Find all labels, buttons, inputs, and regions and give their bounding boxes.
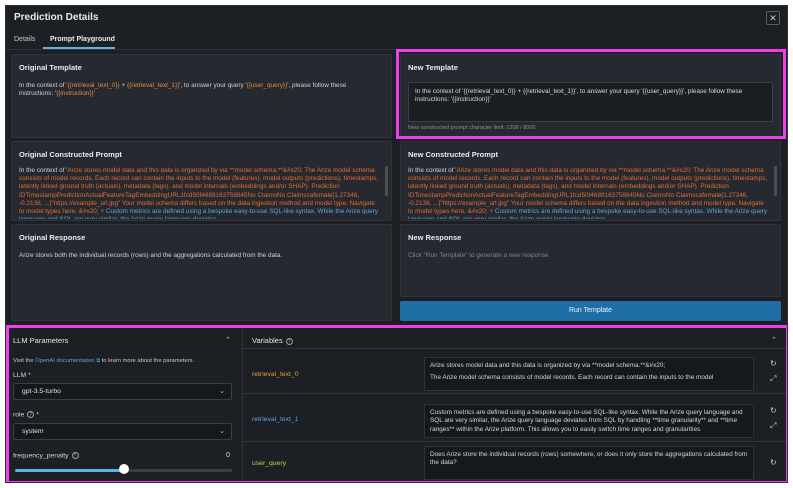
variable-value-line: Arize stores model data and this data is… [430,362,666,369]
required-marker: * [36,411,39,419]
template-variable: {{retrieval_text_1}} [127,82,180,89]
refresh-icon[interactable]: ↻ [770,359,777,368]
tab-bar: Details Prompt Playground [6,34,787,50]
new-response-panel: New Response Click "Run Template" to gen… [400,224,781,297]
role-label-text: role [13,411,25,419]
frequency-penalty-label: frequency_penalty? [13,452,79,459]
title-bar: Prediction Details ✕ [6,6,787,32]
variable-name: retrieval_text_1 [252,416,299,423]
help-icon[interactable]: ? [285,337,293,345]
original-template-title: Original Template [19,63,82,72]
variable-name: user_query [252,460,287,467]
help-icon[interactable]: ? [27,411,35,418]
role-select[interactable]: system ⌄ [13,423,232,440]
new-constructed-prompt-panel: New Constructed Prompt In the context of… [400,141,781,221]
refresh-icon[interactable]: ↻ [770,406,777,415]
prompt-lead: In the context of ' [19,167,68,174]
llm-select-value: gpt-3.5-turbo [22,388,61,395]
window-title: Prediction Details [14,12,99,23]
new-template-title: New Template [408,63,458,72]
visit-suffix: to learn more about the parameters. [100,358,195,364]
original-response-panel: Original Response Arize stores both the … [11,224,392,321]
template-fragment: + [119,82,127,89]
expand-icon[interactable]: ⤢ [770,421,776,431]
new-template-input[interactable]: In the context of '{{retrieval_text_0}} … [408,82,773,122]
new-template-panel: New Template In the context of '{{retrie… [400,54,781,138]
llm-select[interactable]: gpt-3.5-turbo ⌄ [13,383,232,400]
divider [6,325,787,326]
expand-icon[interactable]: ⤢ [770,374,776,384]
original-constructed-text: In the context of 'Arize stores model da… [19,167,381,219]
active-tab-indicator [43,47,115,49]
role-label: role? * [13,411,39,418]
scrollbar[interactable] [385,166,388,196]
slider-thumb[interactable] [118,464,129,474]
chevron-down-icon: ⌄ [219,388,225,395]
new-constructed-text: In the context of 'Arize stores model da… [408,167,770,219]
template-fragment: In the context of [19,82,67,89]
variables-title: Variables? [252,336,293,345]
frequency-penalty-label-text: frequency_penalty [13,452,69,460]
variable-value-input[interactable]: Does Arize store the individual records … [424,446,754,480]
new-response-placeholder: Click "Run Template" to generate a new r… [408,252,549,259]
variable-value-line: Custom metrics are defined using a bespo… [430,409,743,433]
chevron-down-icon: ⌄ [219,428,225,435]
openai-doc-notice: Visit the OpenAI documentation ⧉ to learn… [13,358,194,364]
original-template-text: In the context of '{{retrieval_text_0}} … [19,82,381,98]
visit-prefix: Visit the [13,358,36,364]
original-constructed-prompt-panel: Original Constructed Prompt In the conte… [11,141,392,221]
template-variable: '{{retrieval_text_0}} [66,82,120,89]
scrollbar[interactable] [774,166,777,196]
llm-parameters-title: LLM Parameters [13,336,69,345]
variable-value-input[interactable]: Arize stores model data and this data is… [424,357,754,391]
variable-row: user_query Does Arize store the individu… [243,441,787,482]
tab-prompt-playground[interactable]: Prompt Playground [50,36,115,43]
variable-value-line: Does Arize store the individual records … [430,451,748,467]
variable-row: retrieval_text_0 Arize stores model data… [243,348,787,394]
original-response-text: Arize stores both the individual records… [19,252,283,259]
variable-name: retrieval_text_0 [252,371,299,378]
new-response-title: New Response [408,233,462,242]
frequency-penalty-value: 0 [226,452,230,459]
prompt-lead: In the context of ' [408,167,457,174]
template-fragment: ', to answer your query ' [179,82,247,89]
variable-value-input[interactable]: Custom metrics are defined using a bespo… [424,404,754,438]
original-response-title: Original Response [19,233,86,242]
char-limit-text: New constructed prompt character limit: … [408,125,536,131]
prediction-details-window: Prediction Details ✕ Details Prompt Play… [5,5,788,483]
template-variable: {{user_query}} [246,82,288,89]
original-template-panel: Original Template In the context of '{{r… [11,54,392,138]
template-fragment: ' [93,90,95,98]
variables-title-text: Variables [252,336,283,345]
close-icon[interactable]: ✕ [766,11,780,25]
new-constructed-title: New Constructed Prompt [408,150,499,159]
slider-fill [15,469,124,472]
variable-row: retrieval_text_1 Custom metrics are defi… [243,393,787,442]
run-template-button[interactable]: Run Template [400,301,781,321]
template-variable: {{instruction}} [56,90,94,98]
collapse-variables-icon[interactable]: ⌃ [771,336,777,344]
original-constructed-title: Original Constructed Prompt [19,150,122,159]
role-select-value: system [22,428,44,435]
refresh-icon[interactable]: ↻ [770,458,777,467]
tab-details[interactable]: Details [14,36,35,43]
openai-documentation-link[interactable]: OpenAI documentation [35,358,94,364]
collapse-llm-params-icon[interactable]: ⌃ [225,336,231,344]
variable-value-line: The Arize model schema consists of model… [430,374,714,382]
llm-label: LLM * [13,372,31,379]
help-icon[interactable]: ? [71,452,79,459]
